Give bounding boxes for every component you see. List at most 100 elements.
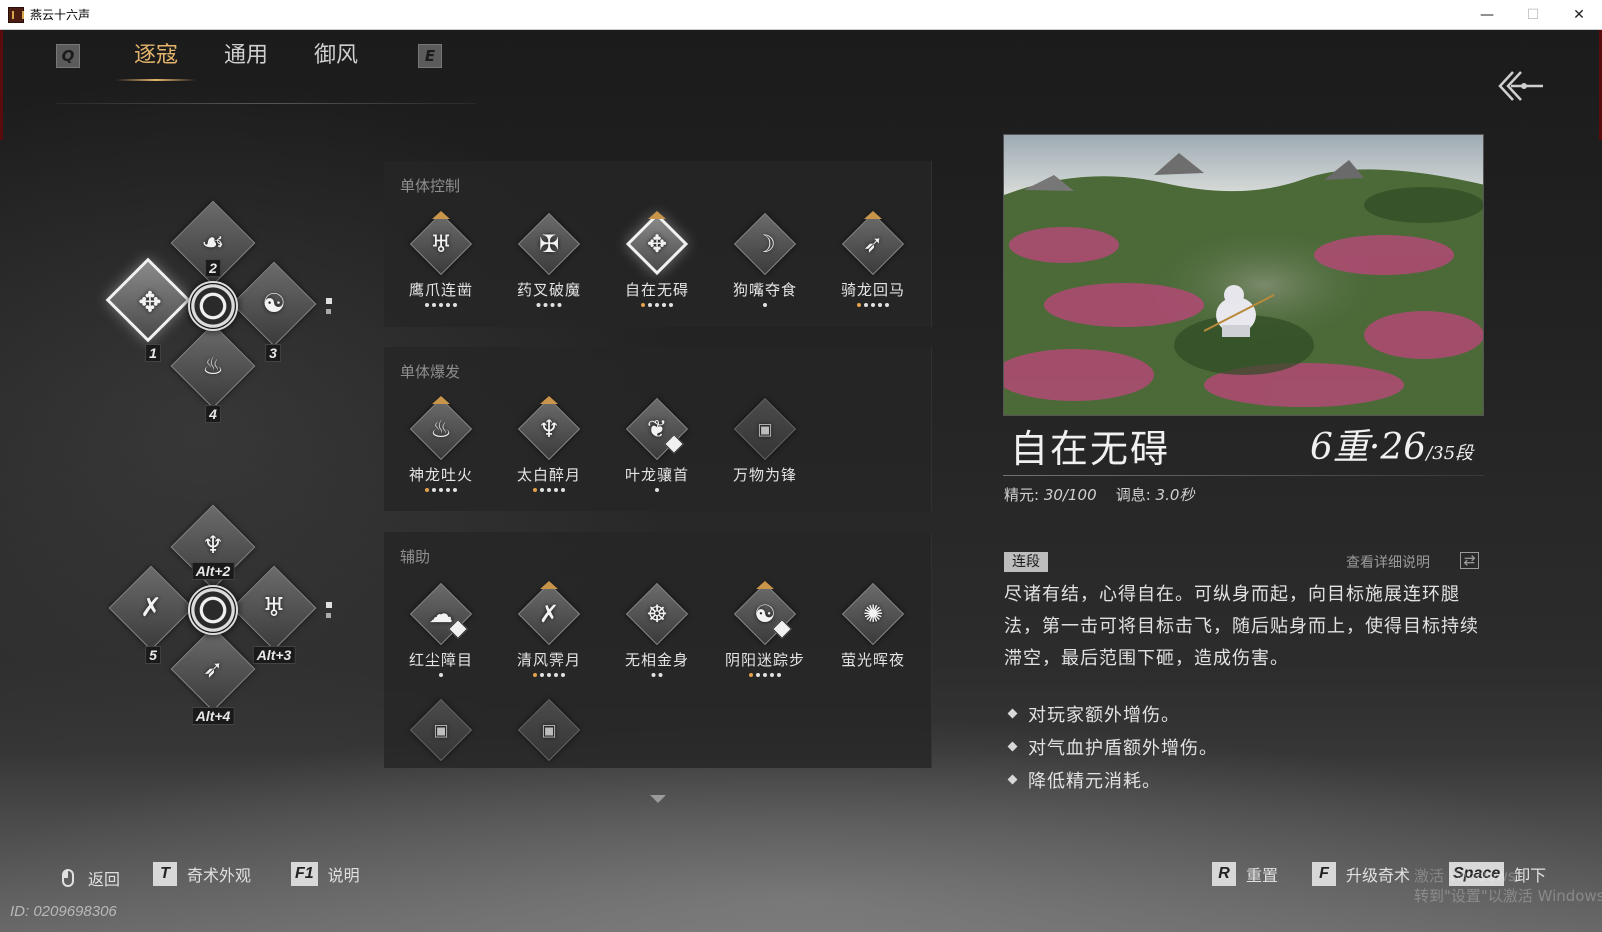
- level-dot: [658, 673, 663, 677]
- skill-effects-list: 对玩家额外增伤。 对气血护盾额外增伤。 降低精元消耗。: [1004, 697, 1218, 796]
- tab-next-key[interactable]: E: [418, 44, 443, 68]
- slot-key-label: 5: [145, 646, 161, 664]
- energy-value: 30/100: [1043, 486, 1097, 504]
- hint-appearance[interactable]: T 奇术外观: [153, 862, 251, 886]
- level-dot: [425, 488, 429, 492]
- level-dot: [547, 488, 551, 492]
- slot-key-label: Alt+3: [252, 646, 296, 664]
- skill-level-dots: [533, 488, 565, 492]
- effect-item: 对气血护盾额外增伤。: [1004, 730, 1218, 763]
- tab-tongyong[interactable]: 通用: [224, 37, 268, 75]
- tab-divider: [56, 103, 476, 104]
- skill-detail-name: 自在无碍: [1010, 427, 1171, 471]
- effect-item: 对玩家额外增伤。: [1004, 697, 1218, 730]
- level-dot: [439, 488, 443, 492]
- effect-item: 降低精元消耗。: [1004, 763, 1218, 796]
- hint-help[interactable]: F1 说明: [291, 862, 360, 886]
- level-dot: [864, 303, 868, 307]
- category-tabs: Q 逐寇 通用 御风 E: [56, 37, 443, 81]
- skill-tag-badge: 连段: [1004, 552, 1048, 572]
- level-dot: [543, 303, 548, 307]
- level-dot: [533, 488, 537, 492]
- energy-label: 精元:: [1004, 486, 1040, 504]
- scroll-down-icon[interactable]: [650, 795, 666, 803]
- slot-key-label: 2: [205, 259, 221, 277]
- wheel-hub-icon: [188, 585, 238, 635]
- skill-level-dots: [749, 673, 781, 677]
- minimize-button[interactable]: —: [1464, 0, 1510, 30]
- hint-label: 说明: [327, 866, 360, 885]
- tab-prev-key[interactable]: Q: [56, 44, 80, 68]
- skill-preview-image: [1003, 134, 1484, 416]
- level-dot: [561, 673, 565, 677]
- level-dot: [763, 303, 767, 307]
- panel-title: 单体爆发: [400, 363, 461, 381]
- level-dot: [554, 673, 558, 677]
- skill-level-dots: [655, 488, 659, 492]
- level-sub: 26: [1380, 427, 1427, 468]
- level-dot: [561, 488, 565, 492]
- level-dot: [453, 488, 457, 492]
- skill-name-label: 鹰爪连凿: [408, 281, 474, 299]
- maximize-button[interactable]: ☐: [1510, 0, 1556, 30]
- skill-name-label: 叶龙骧首: [624, 466, 690, 484]
- cooldown-value: 3.0秒: [1155, 486, 1195, 504]
- level-dot: [669, 303, 673, 307]
- skill-name-label: 自在无碍: [624, 281, 690, 299]
- upgrade-available-icon: [648, 211, 666, 219]
- level-dot: [550, 303, 555, 307]
- skill-level-dots: [439, 673, 443, 677]
- window-title: 燕云十六声: [30, 8, 91, 22]
- level-dot: [641, 303, 645, 307]
- level-dot: [533, 673, 537, 677]
- upgrade-available-icon: [540, 396, 558, 404]
- effect-text: 降低精元消耗。: [1028, 770, 1161, 792]
- level-dot: [536, 303, 541, 307]
- level-dot: [432, 303, 436, 307]
- level-dot: [446, 488, 450, 492]
- back-arrow-icon[interactable]: [1497, 69, 1545, 103]
- level-dot: [756, 673, 760, 677]
- upgrade-available-icon: [540, 581, 558, 589]
- skill-level-dots: [641, 303, 673, 307]
- hint-label: 返回: [88, 870, 121, 889]
- panel-title: 单体控制: [400, 177, 461, 195]
- skill-name-label: 药叉破魔: [516, 281, 582, 299]
- hint-reset[interactable]: R 重置: [1212, 862, 1278, 886]
- slot-key-label: Alt+2: [191, 562, 235, 580]
- skill-level-dots: [536, 303, 562, 307]
- detail-divider: [1003, 475, 1484, 476]
- slot-key-label: Alt+4: [191, 707, 235, 725]
- cooldown-label: 调息:: [1115, 486, 1151, 504]
- wheel-hub-icon: [188, 281, 238, 331]
- tab-yufeng[interactable]: 御风: [314, 37, 358, 75]
- level-dot: [871, 303, 875, 307]
- skill-level-dots: [857, 303, 889, 307]
- skill-description: 尽诸有结，心得自在。可纵身而起，向目标施展连环腿法，第一击可将目标击飞，随后贴身…: [1004, 584, 1479, 669]
- app-icon: [8, 6, 24, 23]
- hint-back[interactable]: 返回: [62, 866, 120, 890]
- window-controls: — ☐ ✕: [1464, 0, 1602, 30]
- hint-label: 重置: [1246, 866, 1279, 885]
- tab-zhukou[interactable]: 逐寇: [115, 37, 197, 81]
- diamond-bullet-icon: [1007, 741, 1018, 752]
- diamond-bullet-icon: [1007, 708, 1018, 719]
- watermark-line: 激活 Windows: [1414, 867, 1516, 885]
- border-accent-left: [0, 30, 3, 140]
- view-details-link[interactable]: 查看详细说明: [1346, 552, 1430, 572]
- level-separator: ·: [1368, 427, 1381, 468]
- slot-key-label: 1: [145, 344, 161, 362]
- fog-overlay: [0, 752, 1602, 932]
- hint-upgrade[interactable]: F 升级奇术: [1312, 862, 1410, 886]
- level-dot: [651, 673, 656, 677]
- slot-key-label: 4: [205, 405, 221, 423]
- level-dot: [547, 673, 551, 677]
- level-dot: [885, 303, 889, 307]
- level-dot: [540, 673, 544, 677]
- details-toggle-icon[interactable]: [1460, 552, 1479, 569]
- level-dot: [655, 488, 659, 492]
- close-button[interactable]: ✕: [1556, 0, 1602, 30]
- skill-name-label: 神龙吐火: [408, 466, 474, 484]
- wheel-indicator: [326, 602, 332, 608]
- skill-name-label: 无相金身: [624, 651, 690, 669]
